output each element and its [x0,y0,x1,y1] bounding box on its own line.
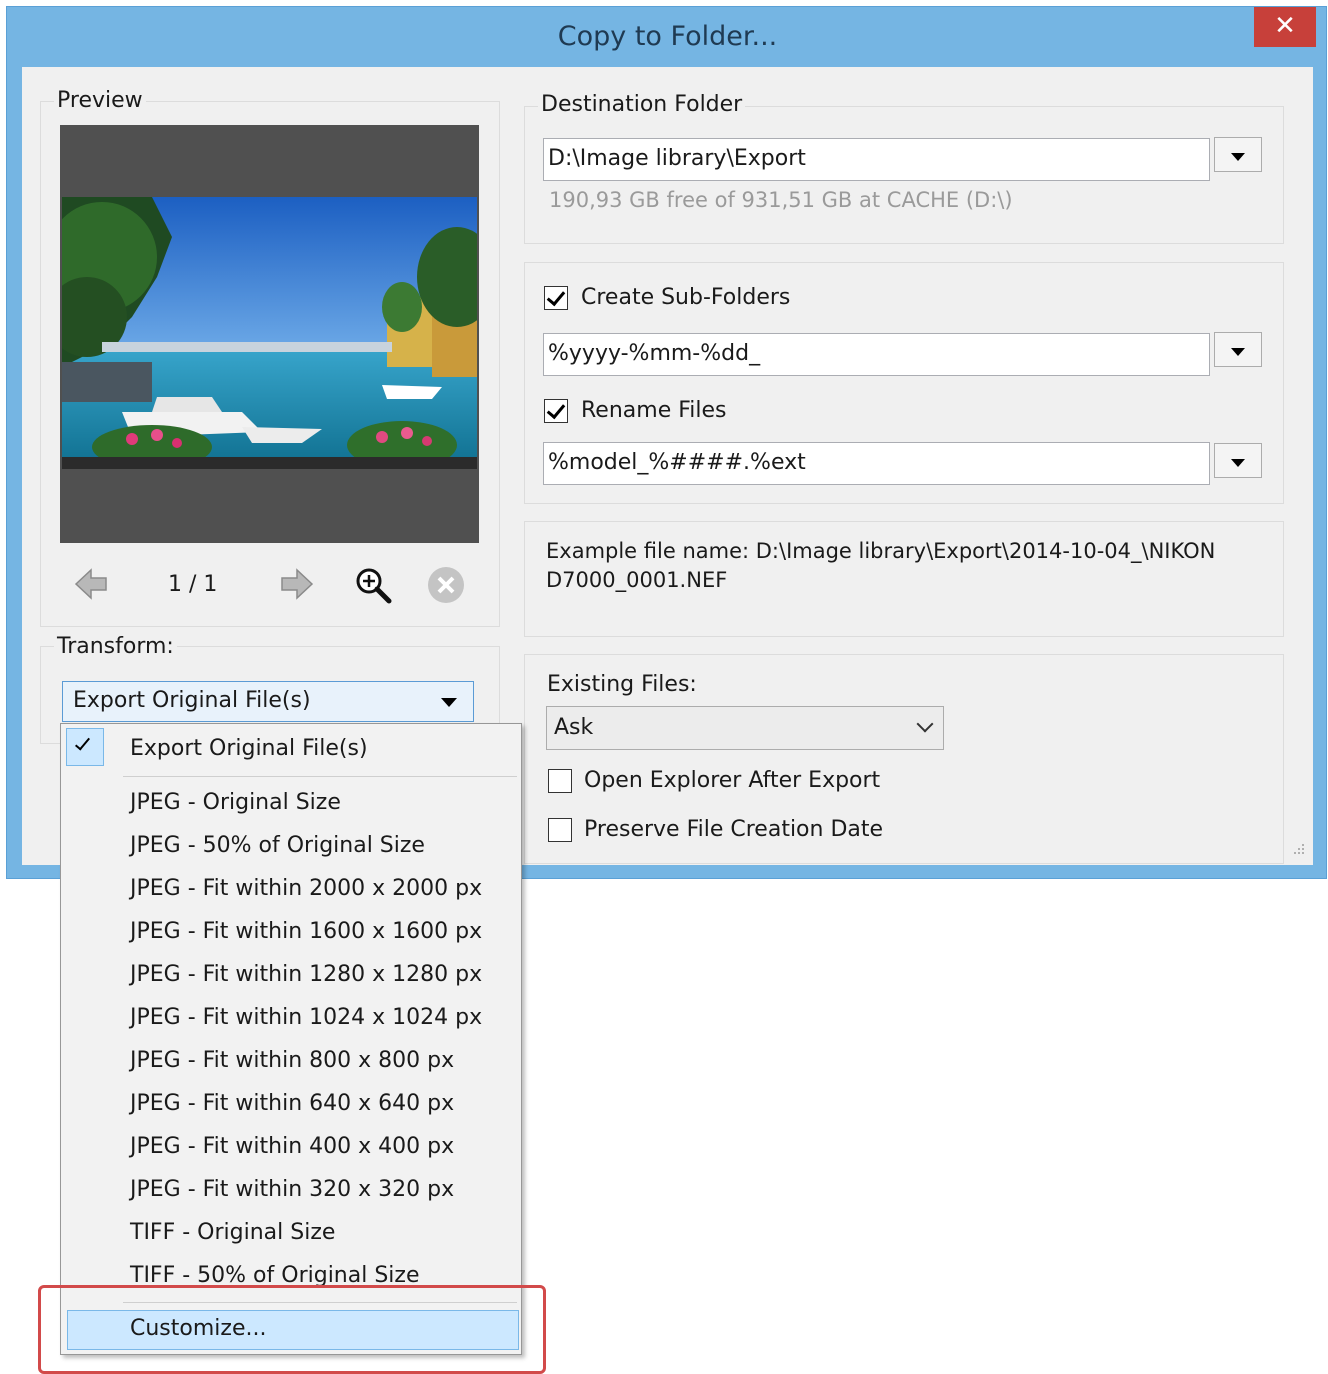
preview-legend: Preview [54,88,146,113]
transform-legend: Transform: [54,634,177,659]
transform-dropdown[interactable]: Export Original File(s) [62,681,474,722]
free-space-text: 190,93 GB free of 931,51 GB at CACHE (D:… [549,188,1013,212]
existing-files-label: Existing Files: [547,672,697,697]
open-explorer-label: Open Explorer After Export [584,768,881,793]
close-button[interactable]: ✕ [1254,7,1316,47]
chevron-down-icon [1231,348,1245,356]
chevron-down-icon [1231,459,1245,467]
destination-path-input[interactable]: D:\Image library\Export [543,138,1210,181]
chevron-down-icon [1231,153,1245,161]
existing-files-select[interactable]: Ask [546,706,944,750]
menu-item[interactable]: JPEG - Fit within 1280 x 1280 px [130,962,482,987]
menu-item[interactable]: JPEG - Fit within 1024 x 1024 px [130,1005,482,1030]
destination-dropdown-button[interactable] [1214,137,1262,172]
menu-item[interactable]: TIFF - Original Size [130,1220,335,1245]
transform-dropdown-value: Export Original File(s) [73,688,311,713]
subfolder-pattern-dropdown-button[interactable] [1214,332,1262,367]
create-subfolders-label: Create Sub-Folders [581,285,791,310]
rename-pattern-dropdown-button[interactable] [1214,443,1262,478]
preserve-date-checkbox[interactable] [548,818,572,842]
page-indicator: 1 / 1 [168,572,218,597]
window-title: Copy to Folder... [557,21,778,52]
preserve-date-label: Preserve File Creation Date [584,817,884,842]
menu-item[interactable]: JPEG - Fit within 800 x 800 px [130,1048,454,1073]
subfolder-pattern-input[interactable]: %yyyy-%mm-%dd_ [543,333,1210,376]
menu-item[interactable]: JPEG - Original Size [130,790,341,815]
menu-item[interactable]: JPEG - Fit within 400 x 400 px [130,1134,454,1159]
rename-files-checkbox[interactable] [544,399,568,423]
example-filename-line2: D7000_0001.NEF [546,568,728,592]
close-circle-icon[interactable] [427,566,465,604]
preview-photo-svg [62,197,477,469]
menu-item[interactable]: JPEG - Fit within 320 x 320 px [130,1177,454,1202]
transform-menu: Export Original File(s) JPEG - Original … [60,723,522,1355]
arrow-left-icon[interactable] [74,567,108,601]
menu-separator [123,776,517,777]
example-filename-line1: Example file name: D:\Image library\Expo… [546,539,1216,563]
zoom-in-icon[interactable] [354,566,392,604]
menu-item[interactable]: JPEG - Fit within 640 x 640 px [130,1091,454,1116]
existing-files-value: Ask [554,715,594,740]
menu-item[interactable]: JPEG - Fit within 1600 x 1600 px [130,919,482,944]
arrow-right-icon[interactable] [280,567,314,601]
menu-item[interactable]: JPEG - 50% of Original Size [130,833,425,858]
chevron-down-icon [441,698,457,707]
preview-image [62,197,477,469]
destination-legend: Destination Folder [538,92,746,117]
chevron-down-icon [916,715,934,733]
rename-files-label: Rename Files [581,398,727,423]
menu-check-highlight [66,728,104,766]
callout-highlight-box [38,1285,546,1374]
menu-item[interactable]: JPEG - Fit within 2000 x 2000 px [130,876,482,901]
open-explorer-checkbox[interactable] [548,769,572,793]
rename-pattern-input[interactable]: %model_%####.%ext [543,442,1210,485]
menu-item-checked[interactable]: Export Original File(s) [130,736,368,761]
create-subfolders-checkbox[interactable] [544,286,568,310]
resize-grip-icon[interactable] [1290,842,1306,858]
